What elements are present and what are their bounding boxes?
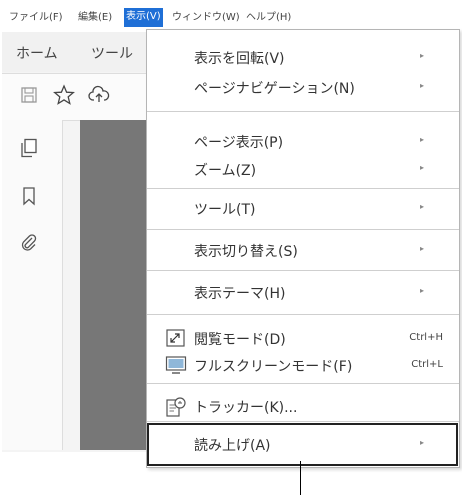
full-screen-icon xyxy=(165,355,187,375)
submenu-arrow-icon: ▸ xyxy=(420,286,425,295)
document-area[interactable] xyxy=(80,120,152,450)
menu-bar: ファイル(F) 編集(E) 表示(V) ウィンドウ(W) ヘルプ(H) xyxy=(0,0,462,30)
menu-item-label: トラッカー(K)... xyxy=(194,400,298,416)
tab-tools[interactable]: ツール xyxy=(91,43,133,63)
menu-file[interactable]: ファイル(F) xyxy=(7,9,65,27)
star-icon[interactable] xyxy=(53,84,75,110)
menu-item-page-navigation[interactable]: ページナビゲーション(N) ▸ xyxy=(147,72,459,102)
menu-help[interactable]: ヘルプ(H) xyxy=(244,9,293,27)
menu-item-label: 表示を回転(V) xyxy=(194,51,285,67)
menu-separator xyxy=(147,229,459,230)
menu-item-toggle-display[interactable]: 表示切り替え(S) ▸ xyxy=(147,235,459,265)
pages-icon[interactable] xyxy=(20,138,38,162)
menu-item-rotate-view[interactable]: 表示を回転(V) ▸ xyxy=(147,42,459,72)
menu-item-label: ページ表示(P) xyxy=(194,135,284,151)
tab-bar: ホーム ツール xyxy=(2,32,152,72)
menu-item-display-theme[interactable]: 表示テーマ(H) ▸ xyxy=(147,277,459,307)
menu-item-label: ツール(T) xyxy=(194,202,256,218)
menu-separator xyxy=(147,270,459,271)
tracker-icon xyxy=(165,396,187,417)
menu-item-label: フルスクリーンモード(F) xyxy=(194,359,353,375)
menu-item-label: 表示テーマ(H) xyxy=(194,286,286,302)
attachment-icon[interactable] xyxy=(20,233,38,257)
submenu-arrow-icon: ▸ xyxy=(420,81,425,90)
menu-item-reading-mode[interactable]: 閲覧モード(D) Ctrl+H xyxy=(147,323,459,353)
shortcut-label: Ctrl+L xyxy=(411,359,443,370)
menu-item-label: ズーム(Z) xyxy=(194,163,257,179)
menu-separator xyxy=(147,188,459,189)
menu-separator xyxy=(147,383,459,384)
view-menu: 表示を回転(V) ▸ ページナビゲーション(N) ▸ ページ表示(P) ▸ ズー… xyxy=(146,29,460,468)
submenu-arrow-icon: ▸ xyxy=(420,244,425,253)
tab-home[interactable]: ホーム xyxy=(16,43,58,63)
upload-cloud-icon[interactable] xyxy=(88,84,110,110)
toolbar xyxy=(2,73,152,121)
menu-item-zoom[interactable]: ズーム(Z) ▸ xyxy=(147,154,459,184)
menu-separator xyxy=(147,111,459,112)
callout-line xyxy=(300,461,301,495)
submenu-arrow-icon: ▸ xyxy=(420,135,425,144)
submenu-arrow-icon: ▸ xyxy=(420,163,425,172)
menu-item-page-display[interactable]: ページ表示(P) ▸ xyxy=(147,126,459,156)
menu-item-label: 閲覧モード(D) xyxy=(194,332,286,348)
menu-item-label: 表示切り替え(S) xyxy=(194,244,298,260)
bookmark-icon[interactable] xyxy=(21,186,37,210)
menu-separator xyxy=(147,421,459,422)
menu-item-tracker[interactable]: トラッカー(K)... xyxy=(147,391,459,421)
submenu-arrow-icon: ▸ xyxy=(420,202,425,211)
submenu-arrow-icon: ▸ xyxy=(420,51,425,60)
app-window: ホーム ツール xyxy=(2,32,152,452)
reading-mode-icon xyxy=(165,328,187,348)
read-aloud-highlight-box xyxy=(147,423,458,466)
menu-item-tools[interactable]: ツール(T) ▸ xyxy=(147,193,459,223)
menu-item-label: ページナビゲーション(N) xyxy=(194,81,355,97)
left-rail xyxy=(2,120,63,450)
menu-edit[interactable]: 編集(E) xyxy=(76,9,114,27)
menu-window[interactable]: ウィンドウ(W) xyxy=(170,9,242,27)
menu-view[interactable]: 表示(V) xyxy=(124,8,163,27)
menu-item-full-screen-mode[interactable]: フルスクリーンモード(F) Ctrl+L xyxy=(147,350,459,380)
menu-separator xyxy=(147,314,459,315)
shortcut-label: Ctrl+H xyxy=(409,332,443,343)
save-icon[interactable] xyxy=(20,86,38,108)
